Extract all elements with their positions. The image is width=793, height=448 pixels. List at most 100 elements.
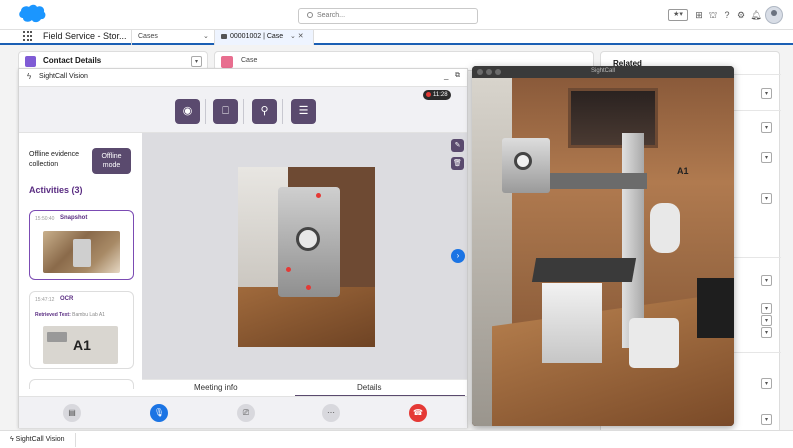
next-button[interactable]: › (451, 249, 465, 263)
ocr-retrieved-text: Retrieved Text: Bambu Lab A1 (35, 312, 130, 318)
cast-button[interactable]: ⎚ (237, 404, 255, 422)
ocr-thumbnail[interactable]: A1 (43, 326, 118, 364)
related-dropdown-button[interactable]: ▾ (761, 315, 772, 326)
app-name: Field Service - Stor... (43, 31, 127, 41)
chevron-right-icon: › (456, 251, 460, 260)
location-button[interactable]: ⚲ (252, 99, 277, 124)
call-controls: ▤ 🎙︎ ⎚ ⋯ ☎ (19, 396, 467, 428)
utility-item-label: SightCall Vision (15, 436, 65, 443)
vision-header: ϟ SightCall Vision _ ⧉ (19, 69, 467, 87)
activity-card-ocr[interactable]: 15:47:12 OCR Retrieved Text: Bambu Lab A… (29, 291, 134, 369)
trash-icon: 🗑︎ (453, 160, 462, 167)
cast-icon: ⎚ (242, 408, 250, 417)
sightcall-vision-panel: ϟ SightCall Vision _ ⧉ ◉ ⎕ ⚲ ☰ 11:28 Off… (18, 68, 481, 428)
tab-cases[interactable]: Cases (131, 30, 214, 45)
snapshot-thumbnail[interactable] (43, 231, 120, 273)
retrieved-value: Bambu Lab A1 (72, 312, 105, 318)
vision-toolbar: ◉ ⎕ ⚲ ☰ 11:28 (19, 87, 467, 133)
related-dropdown-button[interactable]: ▾ (761, 303, 772, 314)
bell-icon[interactable]: 🔔︎ (750, 9, 762, 21)
utility-bar: ϟ SightCall Vision (0, 430, 793, 448)
activity-type: Snapshot (60, 215, 88, 221)
ocr-thumb-text: A1 (73, 337, 91, 353)
camera-icon: ◉ (182, 105, 193, 117)
activity-time: 15:47:12 (35, 297, 55, 303)
related-dropdown-button[interactable]: ▾ (761, 193, 772, 204)
tab-case-label: 00001002 | Case (230, 33, 284, 40)
notes-icon: ☰ (298, 105, 309, 117)
activities-title: Activities (3) (29, 185, 83, 195)
contact-details-title: Contact Details (43, 56, 102, 65)
camera-button[interactable]: ◉ (175, 99, 200, 124)
chevron-down-icon[interactable]: ⌄ (203, 32, 209, 40)
case-title: Case (241, 57, 258, 64)
activity-time: 15:50:40 (35, 216, 55, 222)
notes-button[interactable]: ☰ (291, 99, 316, 124)
case-icon (221, 56, 233, 68)
more-icon: ⋯ (327, 408, 335, 417)
related-dropdown-button[interactable]: ▾ (761, 152, 772, 163)
contact-icon (25, 56, 36, 67)
edit-button[interactable]: ✎ (451, 139, 464, 152)
utility-item-sightcall[interactable]: ϟ SightCall Vision (6, 433, 76, 447)
end-call-button[interactable]: ☎ (409, 404, 427, 422)
app-nav-bar: Field Service - Stor... Cases ⌄ 00001002… (0, 30, 793, 45)
chat-button[interactable]: ▤ (63, 404, 81, 422)
tab-meeting-info[interactable]: Meeting info (194, 383, 238, 392)
media-viewer: ✎ 🗑︎ › (142, 133, 467, 379)
divider (205, 99, 206, 124)
divider (282, 99, 283, 124)
favorites-button[interactable]: ★▾ (668, 9, 688, 21)
microphone-button[interactable]: 🎙︎ (150, 404, 168, 422)
related-dropdown-button[interactable]: ▾ (761, 378, 772, 389)
gear-icon[interactable]: ⚙ (735, 9, 747, 21)
ocr-button[interactable]: ⎕ (213, 99, 238, 124)
help-icon[interactable]: ? (721, 9, 733, 21)
recording-timer: 11:28 (423, 90, 451, 100)
annotation-marker (306, 285, 311, 290)
trailhead-icon[interactable]: ⛫ (707, 9, 719, 21)
tab-details[interactable]: Details (357, 383, 381, 392)
briefcase-icon (221, 33, 227, 39)
snapshot-image (238, 167, 375, 347)
offline-mode-button[interactable]: Offline mode (92, 148, 131, 174)
minimize-icon[interactable]: _ (444, 71, 448, 80)
tab-close-icon[interactable]: ⌄ ✕ (290, 32, 304, 40)
related-dropdown-button[interactable]: ▾ (761, 414, 772, 425)
location-pin-icon: ⚲ (260, 105, 269, 117)
app-launcher-icon[interactable] (23, 31, 33, 41)
activity-type: OCR (60, 296, 74, 302)
salesforce-logo-icon[interactable] (17, 4, 47, 25)
related-dropdown-button[interactable]: ▾ (761, 275, 772, 286)
delete-button[interactable]: 🗑︎ (451, 157, 464, 170)
activity-card-snapshot[interactable]: 15:50:40 Snapshot (29, 210, 134, 280)
annotation-marker (286, 267, 291, 272)
search-placeholder: Search... (317, 12, 346, 19)
related-dropdown-button[interactable]: ▾ (761, 327, 772, 338)
recording-dot-icon (426, 92, 431, 97)
activity-card[interactable] (29, 379, 134, 389)
vision-title: SightCall Vision (39, 73, 88, 80)
chat-icon: ▤ (68, 408, 76, 417)
live-video-feed: A1 (472, 78, 734, 426)
related-dropdown-button[interactable]: ▾ (761, 122, 772, 133)
microphone-icon: 🎙︎ (153, 408, 165, 417)
popout-icon[interactable]: ⧉ (455, 72, 460, 80)
printer-model-label: A1 (677, 166, 689, 176)
more-button[interactable]: ⋯ (322, 404, 340, 422)
add-icon[interactable]: ⊞ (693, 9, 705, 21)
global-search-input[interactable]: Search... (298, 8, 478, 24)
lightning-icon: ϟ (27, 72, 32, 81)
ocr-scan-icon: ⎕ (222, 105, 229, 117)
related-dropdown-button[interactable]: ▾ (761, 88, 772, 99)
contact-dropdown-button[interactable]: ▾ (191, 56, 202, 67)
activities-sidebar: Offline evidence collection Offline mode… (19, 133, 142, 389)
recording-time: 11:28 (433, 92, 448, 98)
search-icon (307, 12, 313, 19)
sightcall-video-window[interactable]: SightCall A1 (472, 66, 734, 426)
divider (243, 99, 244, 124)
avatar[interactable] (765, 6, 783, 24)
global-header: Search... ★▾ ⊞ ⛫ ? ⚙ 🔔︎ (0, 0, 793, 30)
video-titlebar[interactable]: SightCall (472, 66, 734, 78)
phone-hangup-icon: ☎ (413, 408, 423, 417)
